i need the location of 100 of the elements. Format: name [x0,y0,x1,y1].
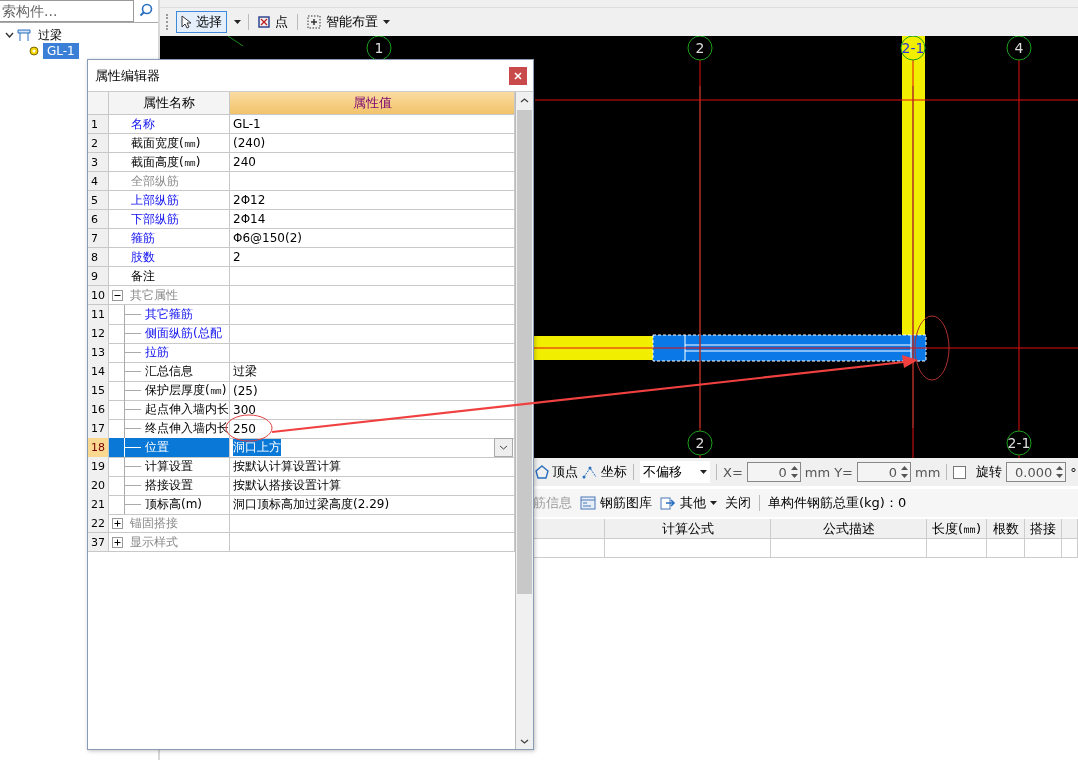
table-cell [987,539,1025,558]
property-value[interactable]: 按默认计算设置计算 [230,457,515,477]
caret-icon[interactable] [231,20,244,24]
row-number: 2 [88,134,109,153]
field-label: X= [723,464,743,480]
property-value[interactable]: Φ6@150(2) [230,229,515,248]
gallery-icon [580,496,596,510]
row-number: 14 [88,362,109,382]
property-name[interactable]: 汇总信息 [109,362,230,382]
row-number: 4 [88,172,109,191]
row-number: 15 [88,381,109,401]
column-header[interactable]: 搭接 [1025,519,1062,539]
degree-label: ° [1070,464,1077,480]
table-cell [1062,539,1078,558]
axis-bubble: 2 [687,36,713,61]
close-button[interactable] [509,66,527,85]
property-name[interactable]: 拉筋 [109,343,230,363]
export-icon [660,496,676,510]
property-name[interactable]: 截面宽度(㎜) [109,134,230,153]
y-field[interactable]: 0 [857,462,911,482]
dotted-grid-icon [307,15,321,29]
property-name[interactable]: 搭接设置 [109,476,230,496]
property-value[interactable]: 2 [230,248,515,267]
tool-button[interactable]: 选择 [176,11,227,33]
toolbar-button[interactable]: 钢筋图库 [580,494,652,512]
row-number: 6 [88,210,109,229]
row-number: 37 [88,533,109,552]
search-field[interactable]: 索构件... [0,0,134,22]
row-number: 20 [88,476,109,496]
property-name[interactable]: 其它箍筋 [109,305,230,325]
toolbar-button[interactable]: 其他 [660,494,717,512]
property-name[interactable]: 名称 [109,115,230,134]
property-name[interactable]: 侧面纵筋(总配 [109,324,230,344]
field-label: Y= [834,464,853,480]
property-name[interactable]: 保护层厚度(㎜) [109,381,230,401]
row-number: 13 [88,343,109,363]
property-value[interactable]: 洞口上方 [230,438,515,458]
toolbar-button[interactable]: 关闭 [725,494,751,512]
column-header[interactable]: 计算公式 [605,519,771,539]
row-number: 12 [88,324,109,344]
gear-icon [28,45,40,57]
spinner-icon[interactable] [901,465,908,479]
spinner-icon[interactable] [1056,465,1064,479]
property-value[interactable]: 2Φ12 [230,191,515,210]
axis-bubble: 2-1 [1006,430,1032,456]
cursor-icon [181,15,191,29]
caret-icon [710,501,717,505]
property-name[interactable]: 顶标高(m) [109,495,230,515]
row-number: 18 [88,438,109,458]
row-number: 1 [88,115,109,134]
tree-item[interactable]: 过梁 [34,27,66,43]
property-value[interactable]: 按默认搭接设置计算 [230,476,515,496]
property-name[interactable]: 箍筋 [109,229,230,248]
tree-item[interactable]: GL-1 [43,43,79,59]
column-header[interactable]: 长度(㎜) [927,519,987,539]
property-name[interactable]: 备注 [109,267,230,286]
column-header[interactable]: 公式描述 [771,519,927,539]
property-name[interactable]: 肢数 [109,248,230,267]
property-value[interactable]: (25) [230,381,515,401]
annotation-ellipse [914,315,950,381]
coordinate-button[interactable]: 坐标 [582,463,627,481]
table-cell [1025,539,1062,558]
property-name[interactable]: 截面高度(㎜) [109,153,230,172]
row-number: 11 [88,305,109,325]
spinner-icon[interactable] [790,465,798,479]
row-number: 19 [88,457,109,477]
property-name[interactable]: 起点伸入墙内长 [109,400,230,420]
property-name[interactable]: 下部纵筋 [109,210,230,229]
property-name[interactable]: 位置 [109,438,230,458]
chevron-icon [499,445,508,450]
vertex-button[interactable]: 顶点 [535,463,578,481]
rotate-checkbox[interactable] [953,465,967,479]
offset-dropdown[interactable]: 不偏移 [640,461,710,483]
scrollbar-thumb[interactable] [517,110,532,594]
property-value[interactable]: 2Φ14 [230,210,515,229]
tool-button[interactable]: 智能布置 [302,11,395,33]
axis-bubble: 2 [687,430,713,456]
axis-bubble: 2-1 [900,36,926,61]
coordinate-icon [582,465,598,479]
row-number: 21 [88,495,109,515]
tool-button[interactable]: 点 [253,11,293,33]
property-name[interactable]: 计算设置 [109,457,230,477]
property-value[interactable]: (240) [230,134,515,153]
row-number: 9 [88,267,109,286]
property-value[interactable]: 240 [230,153,515,172]
property-value[interactable]: 洞口顶标高加过梁高度(2.29) [230,495,515,515]
dialog-title: 属性编辑器 [95,66,160,85]
total-weight-label: 单构件钢筋总重(kg)：0 [768,494,907,512]
column-header: 属性名称 [109,92,230,115]
lintel-beam[interactable] [652,334,927,362]
property-name[interactable]: 上部纵筋 [109,191,230,210]
rotate-field[interactable]: 0.000 [1006,462,1067,482]
x-field[interactable]: 0 [746,462,801,482]
table-cell [927,539,987,558]
pentagon-icon [535,465,549,479]
column-header[interactable]: 根数 [987,519,1025,539]
row-number: 8 [88,248,109,267]
property-value[interactable]: 300 [230,400,515,420]
property-value[interactable]: GL-1 [230,115,515,134]
property-value[interactable]: 过梁 [230,362,515,382]
